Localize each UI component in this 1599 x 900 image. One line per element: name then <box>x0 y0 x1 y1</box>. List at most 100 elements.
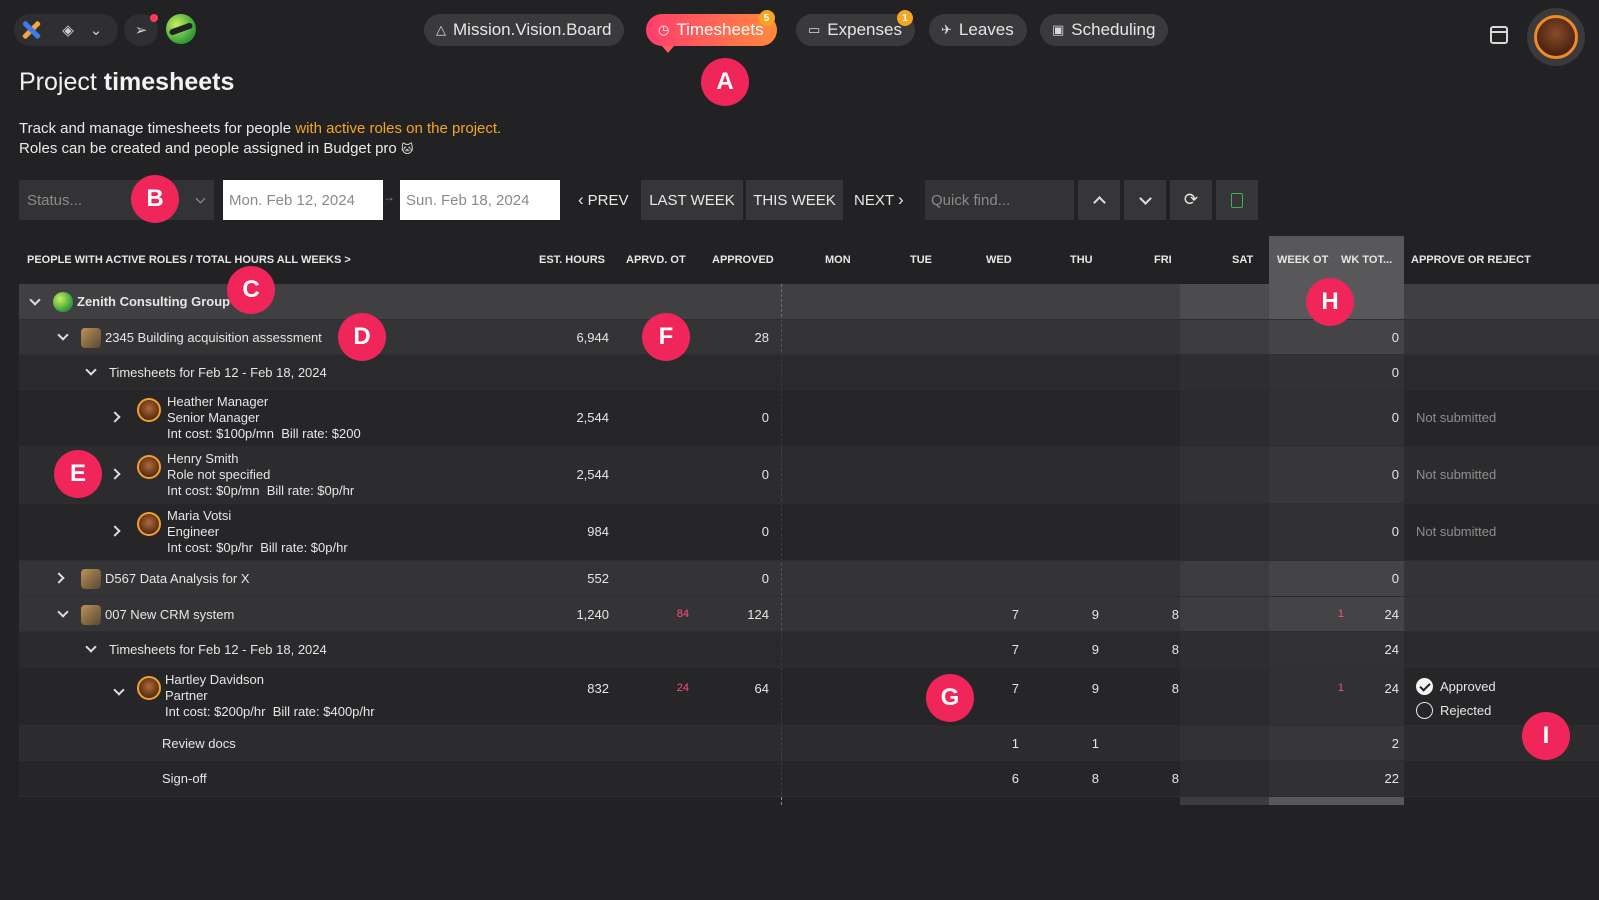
chevron-right-icon[interactable] <box>109 411 121 423</box>
avatar <box>137 676 161 700</box>
approved-hours: 28 <box>754 330 769 345</box>
project-row[interactable]: 2345 Building acquisition assessment 6,9… <box>19 320 1599 355</box>
this-week-button[interactable]: THIS WEEK <box>746 180 843 220</box>
chevron-down-icon[interactable] <box>29 294 41 306</box>
header-sat: SAT <box>1232 236 1253 284</box>
next-button[interactable]: NEXT › <box>854 180 918 220</box>
collapse-all-button[interactable] <box>1078 180 1120 220</box>
approve-label[interactable]: Approved <box>1440 679 1496 694</box>
approved-ot: 24 <box>676 682 689 694</box>
callout-marker-e: E <box>54 450 102 498</box>
tab-mission-vision-board[interactable]: △ Mission.Vision.Board <box>424 14 625 46</box>
refresh-button[interactable]: ⟳ <box>1170 180 1212 220</box>
header-label: SAT <box>1232 254 1254 266</box>
est-hours: 6,944 <box>576 330 609 345</box>
header-people[interactable]: PEOPLE WITH ACTIVE ROLES / TOTAL HOURS A… <box>27 236 351 284</box>
person-name: Henry Smith <box>167 451 239 466</box>
header-label: APPROVED <box>712 254 774 266</box>
last-week-button[interactable]: LAST WEEK <box>641 180 743 220</box>
layers-icon[interactable]: ◈ <box>54 16 82 44</box>
date-from-value: Mon. Feb 12, 2024 <box>229 191 355 209</box>
chevron-down-icon[interactable] <box>85 641 97 653</box>
tab-leaves[interactable]: ✈ Leaves <box>929 14 1027 46</box>
clock-icon: ◷ <box>658 22 670 37</box>
notification-dot <box>150 14 158 22</box>
approval-status: Not submitted <box>1416 467 1497 482</box>
header-label: MON <box>825 254 851 266</box>
approval-status: Not submitted <box>1416 524 1497 539</box>
reject-radio[interactable] <box>1416 702 1433 719</box>
chevron-down-icon[interactable]: ⌄ <box>82 16 110 44</box>
expand-all-button[interactable] <box>1124 180 1166 220</box>
tab-scheduling[interactable]: ▣ Scheduling <box>1040 14 1169 46</box>
approval-status: Not submitted <box>1416 410 1497 425</box>
chevron-down-icon[interactable] <box>57 329 69 341</box>
tab-label: Expenses <box>827 20 902 39</box>
int-cost: Int cost: $0p/hr <box>167 540 253 555</box>
week-row[interactable]: Timesheets for Feb 12 - Feb 18, 2024 0 <box>19 355 1599 390</box>
chevron-right-icon[interactable] <box>53 572 65 584</box>
chevron-down-icon[interactable] <box>85 364 97 376</box>
tab-timesheets[interactable]: ◷ Timesheets 5 <box>646 10 777 46</box>
user-avatar[interactable] <box>1527 8 1585 66</box>
wed-hours: 7 <box>1011 642 1019 657</box>
task-row[interactable]: Sign-off 6 8 8 22 <box>19 761 1599 797</box>
chevron-right-icon[interactable] <box>109 525 121 537</box>
date-to-input[interactable]: Sun. Feb 18, 2024 <box>400 180 560 220</box>
fri-hours: 8 <box>1171 642 1179 657</box>
tab-expenses[interactable]: ▭ Expenses 1 <box>796 10 915 46</box>
callout-marker-b: B <box>131 175 179 223</box>
calendar-icon[interactable] <box>1490 26 1508 44</box>
task-row[interactable]: Review docs 1 1 2 <box>19 726 1599 761</box>
company-logo-icon <box>53 292 73 312</box>
tab-label: Leaves <box>958 20 1014 39</box>
approve-radio[interactable] <box>1416 678 1433 695</box>
person-row[interactable]: Heather Manager Senior Manager Int cost:… <box>19 390 1599 447</box>
person-rates: Int cost: $200p/hr Bill rate: $400p/hr <box>165 704 375 719</box>
week-total: 2 <box>1391 736 1399 751</box>
header-tue: TUE <box>910 236 932 284</box>
week-row[interactable]: Timesheets for Feb 12 - Feb 18, 2024 7 9… <box>19 632 1599 668</box>
header-thu: THU <box>1070 236 1093 284</box>
week-total: 0 <box>1391 467 1399 482</box>
chevron-down-icon[interactable] <box>57 606 69 618</box>
person-row[interactable]: Hartley Davidson Partner Int cost: $200p… <box>19 668 1599 726</box>
wed-hours[interactable]: 1 <box>929 736 1019 751</box>
project-thumbnail <box>81 328 101 348</box>
person-rates: Int cost: $100p/mn Bill rate: $200 <box>167 426 361 441</box>
prev-label: PREV <box>587 191 629 209</box>
project-row[interactable]: D567 Data Analysis for X 552 0 0 <box>19 561 1599 597</box>
person-rates: Int cost: $0p/hr Bill rate: $0p/hr <box>167 540 348 555</box>
next-label: NEXT <box>854 191 895 209</box>
thu-hours[interactable]: 8 <box>1009 771 1099 786</box>
person-row[interactable]: Henry Smith Role not specified Int cost:… <box>19 447 1599 504</box>
week-total: 0 <box>1391 410 1399 425</box>
thu-hours[interactable]: 1 <box>1009 736 1099 751</box>
desc-text: Track and manage timesheets for people <box>19 120 296 137</box>
chevron-right-icon[interactable] <box>109 468 121 480</box>
fri-hours[interactable]: 8 <box>1089 771 1179 786</box>
wed-hours: 7 <box>1011 607 1019 622</box>
status-select[interactable]: Status... <box>19 180 214 220</box>
chevron-down-icon[interactable] <box>113 684 125 696</box>
prev-button[interactable]: ‹ PREV <box>578 180 640 220</box>
person-role: Senior Manager <box>167 410 260 425</box>
callout-marker-f: F <box>642 313 690 361</box>
company-logo-icon <box>166 14 196 44</box>
fri-hours: 8 <box>1171 681 1179 696</box>
wed-hours[interactable]: 6 <box>929 771 1019 786</box>
header-label: WED <box>986 254 1012 266</box>
reject-label[interactable]: Rejected <box>1440 703 1491 718</box>
int-cost: Int cost: $100p/mn <box>167 426 274 441</box>
cat-emoji-icon: 🐱 <box>400 142 414 156</box>
export-excel-button[interactable] <box>1216 180 1258 220</box>
tab-label: Timesheets <box>676 20 764 39</box>
date-from-input[interactable]: Mon. Feb 12, 2024 <box>223 180 383 220</box>
project-row[interactable]: 007 New CRM system 1,240 84 124 7 9 8 1 … <box>19 597 1599 632</box>
person-row[interactable]: Maria Votsi Engineer Int cost: $0p/hr Bi… <box>19 504 1599 561</box>
app-switcher[interactable]: ◈ ⌄ <box>14 14 118 46</box>
card-icon: ▭ <box>808 22 821 37</box>
callout-marker-h: H <box>1306 278 1354 326</box>
person-name: Hartley Davidson <box>165 672 264 687</box>
quick-find-input[interactable]: Quick find... <box>925 180 1074 220</box>
